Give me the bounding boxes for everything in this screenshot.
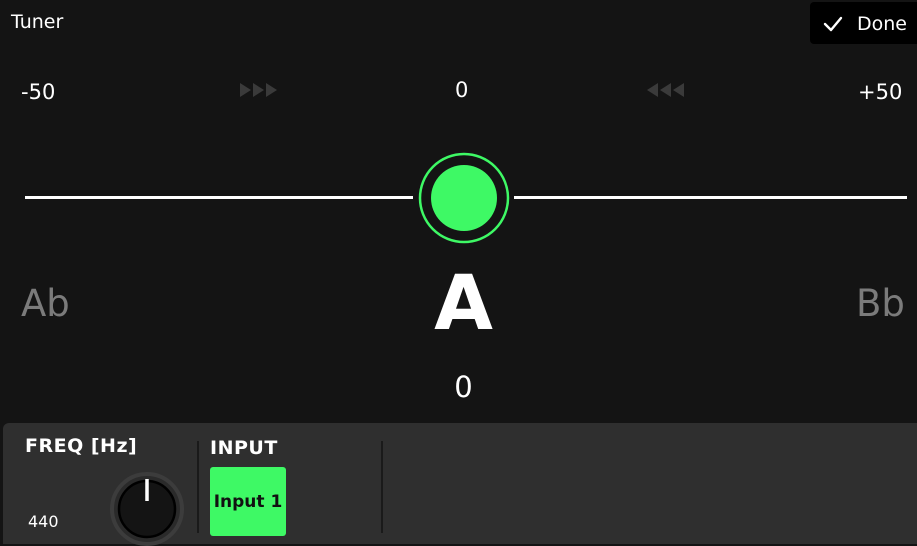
freq-value: 440 [28,512,59,531]
done-button[interactable]: Done [810,2,917,44]
settings-panel: FREQ [Hz] 440 INPUT Input 1 [3,423,917,546]
pitch-track-left [25,196,413,199]
panel-divider [381,441,383,533]
tuner-title: Tuner [11,11,64,33]
current-note-label: A [434,258,493,347]
triple-arrow-right-icon [240,83,277,97]
triple-arrow-left-icon [647,83,684,97]
pitch-track-right [514,196,907,199]
next-note-label: Bb [856,282,905,325]
done-label: Done [857,13,907,35]
scale-max-label: +50 [858,80,903,104]
check-icon [823,16,843,32]
freq-heading: FREQ [Hz] [25,435,138,457]
cents-offset-value: 0 [454,370,473,404]
scale-min-label: -50 [21,80,56,104]
knob-icon[interactable] [110,472,184,546]
input-1-button[interactable]: Input 1 [210,467,286,536]
scale-center-label: 0 [455,78,469,102]
input-heading: INPUT [210,437,278,459]
panel-divider [197,441,199,533]
pitch-indicator-icon [418,152,510,244]
